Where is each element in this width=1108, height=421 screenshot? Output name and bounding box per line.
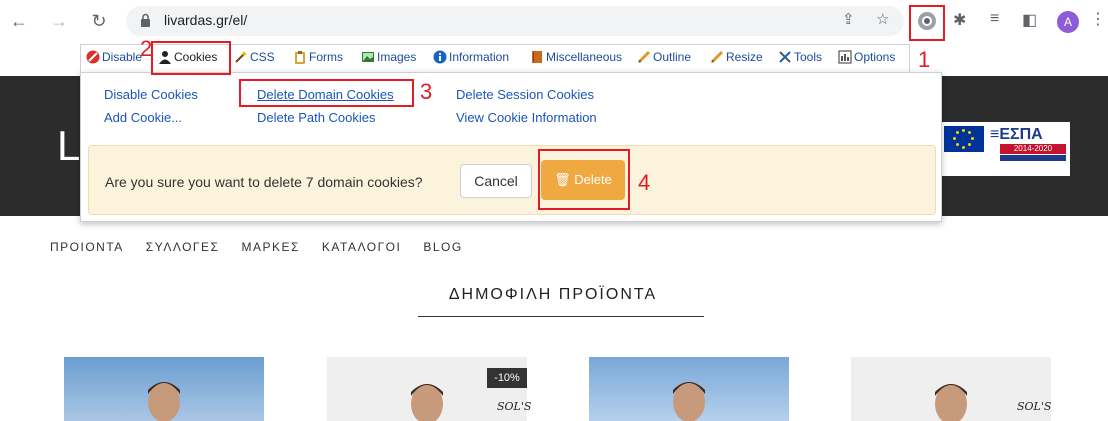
no-entry-icon [86,50,100,64]
site-nav: ΠΡΟΙΟΝΤΑ ΣΥΛΛΟΓΕΣ ΜΑΡΚΕΣ ΚΑΤΑΛΟΓΟΙ BLOG [50,240,485,254]
wd-outline-menu[interactable]: Outline [637,50,691,64]
espa-title: ≡ΕΣΠΑ [990,126,1043,143]
cancel-button[interactable]: Cancel [460,164,532,198]
options-icon [838,50,852,64]
info-icon [433,50,447,64]
wd-information-menu[interactable]: Information [433,50,509,64]
bookmark-star-icon[interactable]: ☆ [876,10,889,28]
wd-css-menu[interactable]: CSS [234,50,275,64]
step-number: 4 [638,170,651,195]
step-number: 3 [420,79,433,104]
site-logo[interactable]: L [57,122,80,170]
menu-kebab-icon[interactable]: ⋮ [1090,9,1106,29]
product-card[interactable] [64,357,264,421]
espa-years: 2014-2020 [1000,144,1066,154]
section-title-underline [418,316,704,317]
product-card[interactable] [589,357,789,421]
wand-icon [235,51,247,63]
delete-path-cookies-link[interactable]: Delete Path Cookies [257,110,376,125]
url-text: livardas.gr/el/ [164,12,248,28]
pencil-icon [710,50,724,64]
wd-options-label: Options [854,50,896,64]
step-number: 1 [918,47,931,72]
screen: ← → ↻ livardas.gr/el/ ⇪ ☆ ✱ ≡ ◧ A ⋮ L ≡Ε… [0,0,1108,421]
wd-information-label: Information [449,50,510,64]
add-cookie-link[interactable]: Add Cookie... [104,110,182,125]
forward-icon[interactable]: → [48,10,70,32]
back-icon[interactable]: ← [8,10,30,32]
highlight-box-extension [909,5,945,41]
wd-resize-label: Resize [726,50,763,64]
model-image [673,382,705,421]
nav-item-blog[interactable]: BLOG [423,240,462,254]
nav-item-products[interactable]: ΠΡΟΙΟΝΤΑ [50,240,124,254]
nav-item-collections[interactable]: ΣΥΛΛΟΓΕΣ [146,240,220,254]
brand-logo: SOL'S [497,400,532,413]
step-number: 2 [140,36,153,61]
wd-css-label: CSS [250,50,275,64]
nav-item-brands[interactable]: ΜΑΡΚΕΣ [241,240,299,254]
extensions-puzzle-icon[interactable]: ✱ [953,10,966,30]
wd-tools-menu[interactable]: Tools [778,50,822,64]
highlight-box-delete-button [538,149,630,210]
highlight-box-delete-domain [239,79,414,107]
wd-resize-menu[interactable]: Resize [710,50,763,64]
espa-banner[interactable]: ≡ΕΣΠΑ 2014-2020 [940,122,1070,176]
lock-icon [141,13,150,27]
wd-images-label: Images [377,50,417,64]
brand-logo: SOL'S [1017,400,1052,413]
side-panel-icon[interactable]: ◧ [1022,10,1037,30]
delete-session-cookies-link[interactable]: Delete Session Cookies [456,87,594,102]
wd-forms-label: Forms [309,50,343,64]
confirm-message: Are you sure you want to delete 7 domain… [105,174,423,190]
section-title: ΔΗΜΟΦΙΛΗ ΠΡΟΪΟΝΤΑ [448,286,658,303]
highlight-box-cookies [151,41,231,75]
wd-disable-menu[interactable]: Disable [86,50,142,64]
reading-list-icon[interactable]: ≡ [990,10,999,28]
espa-strip [1000,155,1066,161]
wd-outline-label: Outline [653,50,692,64]
book-icon [532,51,542,63]
clipboard-icon [295,51,305,64]
wd-tools-label: Tools [794,50,823,64]
image-icon [362,52,374,62]
nav-item-catalogs[interactable]: ΚΑΤΑΛΟΓΟΙ [322,240,401,254]
reload-icon[interactable]: ↻ [88,10,110,32]
wd-miscellaneous-menu[interactable]: Miscellaneous [530,50,622,64]
disable-cookies-link[interactable]: Disable Cookies [104,87,198,102]
pencil-icon [637,50,651,64]
wd-images-menu[interactable]: Images [361,50,416,64]
profile-avatar[interactable]: A [1057,11,1079,33]
model-image [935,384,967,421]
discount-badge: -10% [487,368,527,388]
tools-icon [779,51,791,63]
view-cookie-information-link[interactable]: View Cookie Information [456,110,597,125]
wd-options-menu[interactable]: Options [838,50,895,64]
wd-disable-label: Disable [102,50,143,64]
wd-forms-menu[interactable]: Forms [293,50,343,64]
model-image [148,382,180,421]
wd-miscellaneous-label: Miscellaneous [546,50,623,64]
share-icon[interactable]: ⇪ [842,10,855,28]
model-image [411,384,443,421]
eu-flag [944,126,984,152]
